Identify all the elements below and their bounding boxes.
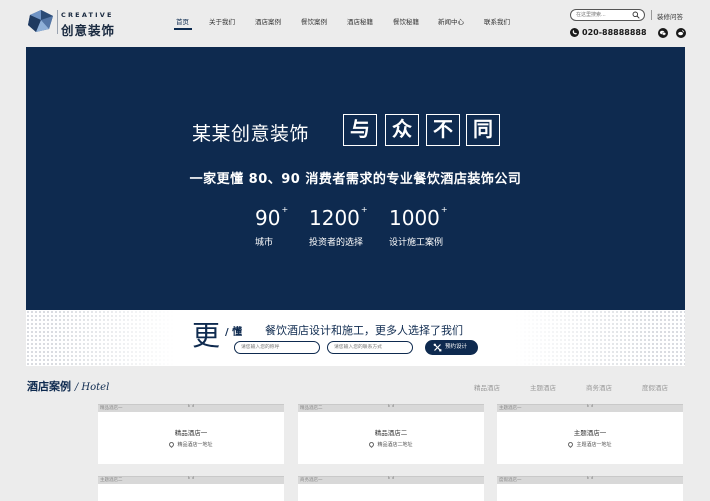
banner-boxed-char: 同 <box>466 114 500 146</box>
card-quote-mark: 〝 〞 <box>583 477 597 484</box>
hero-banner: 某某创意装饰 与 众 不 同 一家更懂 80、90 消费者需求的专业餐饮酒店装饰… <box>26 47 685 310</box>
card-name: 主题酒店一 <box>573 429 607 437</box>
card-address: 精品酒店一地址 <box>98 440 284 449</box>
logo-text-cn: 创意装饰 <box>61 23 116 38</box>
stat-label: 城市 <box>255 238 274 248</box>
form-title: 餐饮酒店设计和施工，更多人选择了我们 <box>265 324 463 337</box>
card-address: 主题酒店一地址 <box>497 440 683 449</box>
banner-boxed-char: 众 <box>385 114 419 146</box>
stat-value: 1000+ <box>389 205 448 230</box>
banner-boxed-char: 与 <box>343 114 377 146</box>
nav-dining-tips[interactable]: 餐饮秘籍 <box>393 16 419 26</box>
stat-value: 90+ <box>255 205 289 230</box>
card-name: 精品酒店二 <box>374 429 408 437</box>
contact-input[interactable] <box>334 343 402 352</box>
card-quote-mark: 〝 〞 <box>583 405 597 412</box>
form-big-char: 更 <box>192 319 221 352</box>
hotel-card[interactable]: 主题酒店二 〝 〞 <box>98 476 284 501</box>
nav-news[interactable]: 新闻中心 <box>438 16 464 26</box>
nav-contact[interactable]: 联系我们 <box>484 16 510 26</box>
logo-divider <box>57 10 58 34</box>
form-slash-text: / 懂 <box>225 327 243 338</box>
decorative-dot-pattern <box>515 310 685 366</box>
location-pin-icon <box>368 440 376 449</box>
tools-icon <box>433 343 442 352</box>
nav-dining-cases[interactable]: 餐饮案例 <box>301 16 327 26</box>
card-name: 精品酒店一 <box>174 429 208 437</box>
search-input[interactable] <box>576 11 631 19</box>
weibo-icon[interactable] <box>676 28 686 38</box>
nav-about[interactable]: 关于我们 <box>209 16 235 26</box>
nav-home[interactable]: 首页 <box>176 16 189 26</box>
book-design-label: 预约设计 <box>445 344 468 350</box>
banner-boxed-char: 不 <box>426 114 460 146</box>
name-field[interactable] <box>234 341 320 354</box>
logo-text-en: CREATIVE <box>61 11 114 19</box>
phone-icon <box>570 28 579 37</box>
filter-boutique[interactable]: 精品酒店 <box>474 382 500 392</box>
location-pin-icon <box>567 440 575 449</box>
location-pin-icon <box>168 440 176 449</box>
stat-label: 投资者的选择 <box>309 238 364 248</box>
nav-hotel-cases[interactable]: 酒店案例 <box>255 16 281 26</box>
hotel-card[interactable]: 度假酒店一 〝 〞 <box>497 476 683 501</box>
name-input[interactable] <box>241 343 309 352</box>
filter-resort[interactable]: 度假酒店 <box>642 382 668 392</box>
banner-headline: 某某创意装饰 <box>192 123 310 145</box>
hotel-card[interactable]: 精品酒店二 〝 〞 精品酒店二 精品酒店二地址 <box>298 404 484 464</box>
section-title-hotel: 酒店案例 / Hotel <box>27 380 110 393</box>
consultation-form: 更 / 懂 餐饮酒店设计和施工，更多人选择了我们 预约设计 <box>26 310 685 366</box>
stat-value: 1200+ <box>309 205 368 230</box>
card-quote-mark: 〝 〞 <box>184 405 198 412</box>
qa-link[interactable]: 装修问答 <box>657 11 683 21</box>
header-divider <box>651 10 652 20</box>
stat-label: 设计施工案例 <box>389 238 444 248</box>
card-quote-mark: 〝 〞 <box>184 477 198 484</box>
contact-field[interactable] <box>327 341 413 354</box>
search-icon[interactable] <box>632 11 640 19</box>
nav-hotel-tips[interactable]: 酒店秘籍 <box>347 16 373 26</box>
book-design-button[interactable]: 预约设计 <box>425 340 478 355</box>
search-box[interactable] <box>570 9 645 21</box>
logo[interactable]: CREATIVE 创意装饰 <box>27 8 127 38</box>
hotel-card[interactable]: 商务酒店一 〝 〞 <box>298 476 484 501</box>
phone-number: 020-88888888 <box>582 28 647 37</box>
wechat-icon[interactable] <box>658 28 668 38</box>
hotel-card[interactable]: 主题酒店一 〝 〞 主题酒店一 主题酒店一地址 <box>497 404 683 464</box>
filter-theme[interactable]: 主题酒店 <box>530 382 556 392</box>
filter-business[interactable]: 商务酒店 <box>586 382 612 392</box>
hotel-card[interactable]: 精品酒店一 〝 〞 精品酒店一 精品酒店一地址 <box>98 404 284 464</box>
card-address: 精品酒店二地址 <box>298 440 484 449</box>
site-header: CREATIVE 创意装饰 首页 关于我们 酒店案例 餐饮案例 酒店秘籍 餐饮秘… <box>0 0 710 46</box>
card-quote-mark: 〝 〞 <box>384 405 398 412</box>
banner-subtitle: 一家更懂 80、90 消费者需求的专业餐饮酒店装饰公司 <box>189 172 522 187</box>
nav-active-indicator <box>174 28 192 30</box>
decorative-dot-pattern <box>26 310 176 366</box>
logo-gem-icon <box>28 10 53 32</box>
card-quote-mark: 〝 〞 <box>384 477 398 484</box>
